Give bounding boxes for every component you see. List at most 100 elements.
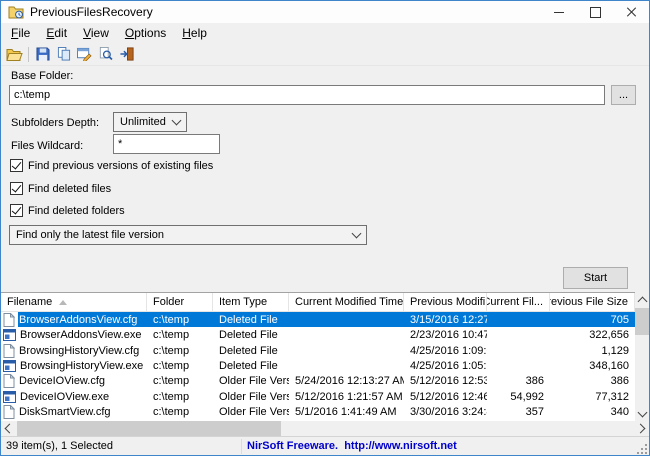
column-header-item_type[interactable]: Item Type <box>213 293 289 311</box>
find-button[interactable] <box>95 44 116 64</box>
cell-previous_modified: 5/12/2016 12:46:... <box>410 390 487 403</box>
scroll-left-button[interactable] <box>1 421 16 436</box>
scroll-up-button[interactable] <box>635 292 649 307</box>
cell-previous_size: 1,129 <box>601 344 629 357</box>
table-body: BrowserAddonsView.cfg c:\temp Deleted File… <box>1 312 635 421</box>
cell-previous_modified: 2/23/2016 10:47:... <box>410 329 487 342</box>
table-row[interactable]: BrowserAddonsView.exe c:\temp Deleted File… <box>1 327 635 342</box>
cell-current_size: 386 <box>525 375 544 388</box>
horizontal-scrollbar-thumb[interactable] <box>17 421 281 436</box>
cell-folder: c:\temp <box>153 329 190 342</box>
menubar: File Edit View Options Help <box>1 23 649 43</box>
column-header-current_modified[interactable]: Current Modified Time <box>289 293 404 311</box>
resize-grip-icon[interactable] <box>635 442 647 454</box>
column-header-folder[interactable]: Folder <box>147 293 213 311</box>
table-row[interactable]: BrowserAddonsView.cfg c:\temp Deleted File… <box>1 312 635 328</box>
table-row[interactable]: BrowsingHistoryView.exe c:\temp Deleted Fi… <box>1 358 635 373</box>
cell-folder: c:\temp <box>153 360 190 373</box>
column-header-label: Filename <box>7 296 53 308</box>
nirsoft-link[interactable]: NirSoft Freeware. http://www.nirsoft.net <box>247 440 457 452</box>
cell-previous_size: 77,312 <box>595 390 629 403</box>
chevron-down-icon <box>171 115 182 126</box>
version-mode-value: Find only the latest file version <box>16 229 164 241</box>
scroll-right-button[interactable] <box>634 421 649 436</box>
files-wildcard-input[interactable] <box>113 134 220 154</box>
cell-previous_modified: 4/25/2016 1:05:3... <box>410 360 487 373</box>
status-items-count: 39 item(s), 1 Selected <box>6 440 113 452</box>
browse-button[interactable]: ... <box>611 85 636 105</box>
horizontal-scrollbar[interactable] <box>1 421 649 436</box>
cell-filename: DiskSmartView.cfg <box>1 405 147 420</box>
cell-previous_size: 340 <box>610 406 629 419</box>
find-icon <box>99 47 113 61</box>
column-header-previous_modified[interactable]: Previous Modifi... <box>404 293 487 311</box>
column-header-filename[interactable]: Filename <box>1 293 147 311</box>
cell-filename: BrowsingHistoryView.exe <box>1 360 147 373</box>
cfg-file-icon <box>3 312 15 327</box>
column-header-label: Previous File Size <box>550 296 628 308</box>
cfg-file-icon <box>3 405 15 420</box>
subfolders-depth-select[interactable]: Unlimited <box>113 112 187 132</box>
table-row[interactable]: BrowsingHistoryView.cfg c:\temp Deleted Fi… <box>1 343 635 358</box>
cell-item_type: Older File Vers... <box>219 390 289 403</box>
column-header-current_size[interactable]: Current Fil... <box>487 293 550 311</box>
filename-text: DeviceIOView.exe <box>20 390 110 403</box>
titlebar[interactable]: PreviousFilesRecovery <box>1 1 649 23</box>
chevron-left-icon <box>4 423 15 434</box>
menu-file[interactable]: File <box>3 24 38 42</box>
minimize-icon <box>554 11 564 13</box>
chevron-down-icon <box>351 228 362 239</box>
vertical-scrollbar-thumb[interactable] <box>635 308 649 335</box>
cell-previous_size: 705 <box>610 313 629 326</box>
maximize-icon <box>589 6 601 18</box>
copy-button[interactable] <box>53 44 74 64</box>
base-folder-label: Base Folder: <box>11 70 74 82</box>
cell-current_modified: 5/24/2016 12:13:27 AM <box>295 375 404 388</box>
checkbox-2[interactable]: Find deleted files <box>10 181 111 196</box>
maximize-button[interactable] <box>577 1 613 23</box>
filename-text: BrowserAddonsView.exe <box>20 329 142 342</box>
cell-folder: c:\temp <box>153 313 190 326</box>
menu-options[interactable]: Options <box>117 24 174 42</box>
column-header-label: Folder <box>153 296 185 308</box>
files-wildcard-label: Files Wildcard: <box>11 140 84 152</box>
subfolders-depth-label: Subfolders Depth: <box>11 117 100 129</box>
table-row[interactable]: DiskSmartView.cfg c:\temp Older File Vers.… <box>1 405 635 420</box>
cell-current_size: 357 <box>525 406 544 419</box>
menu-edit[interactable]: Edit <box>38 24 75 42</box>
column-header-label: Current Modified Time <box>295 296 404 308</box>
start-button[interactable]: Start <box>563 267 628 289</box>
menu-help[interactable]: Help <box>174 24 215 42</box>
checkbox-label: Find deleted files <box>28 182 112 195</box>
cell-previous_modified: 3/30/2016 3:24:4... <box>410 406 487 419</box>
cell-current_size: 54,992 <box>510 390 544 403</box>
checkbox-1[interactable]: Find previous versions of existing files <box>10 158 213 173</box>
scroll-down-button[interactable] <box>635 406 649 421</box>
table-row[interactable]: DeviceIOView.cfg c:\temp Older File Vers..… <box>1 374 635 389</box>
save-button[interactable] <box>32 44 53 64</box>
cell-previous_modified: 3/15/2016 12:27:... <box>410 313 487 326</box>
base-folder-input[interactable] <box>9 85 605 105</box>
cell-filename: DeviceIOView.exe <box>1 390 147 403</box>
menu-view[interactable]: View <box>75 24 117 42</box>
properties-button[interactable] <box>74 44 95 64</box>
chevron-right-icon <box>635 423 646 434</box>
close-button[interactable] <box>613 1 649 23</box>
checkbox-3[interactable]: Find deleted folders <box>10 203 125 218</box>
table-header: Filename Folder Item Type Current Modified … <box>1 292 635 312</box>
table-row[interactable]: DeviceIOView.exe c:\temp Older File Vers..… <box>1 389 635 404</box>
minimize-button[interactable] <box>541 1 577 23</box>
version-mode-select[interactable]: Find only the latest file version <box>9 225 367 245</box>
cell-filename: DeviceIOView.cfg <box>1 374 147 389</box>
sort-ascending-icon <box>59 299 68 305</box>
column-header-previous_size[interactable]: Previous File Size <box>550 293 635 311</box>
open-folder-button[interactable] <box>4 44 25 64</box>
exit-button[interactable] <box>116 44 137 64</box>
exe-file-icon <box>3 329 16 342</box>
cell-previous_size: 348,160 <box>589 360 629 373</box>
statusbar-divider <box>241 439 242 454</box>
cell-item_type: Deleted File <box>219 360 278 373</box>
app-window: PreviousFilesRecovery File Edit View Option… <box>0 0 650 456</box>
vertical-scrollbar[interactable] <box>635 292 649 421</box>
cfg-file-icon <box>3 343 15 358</box>
